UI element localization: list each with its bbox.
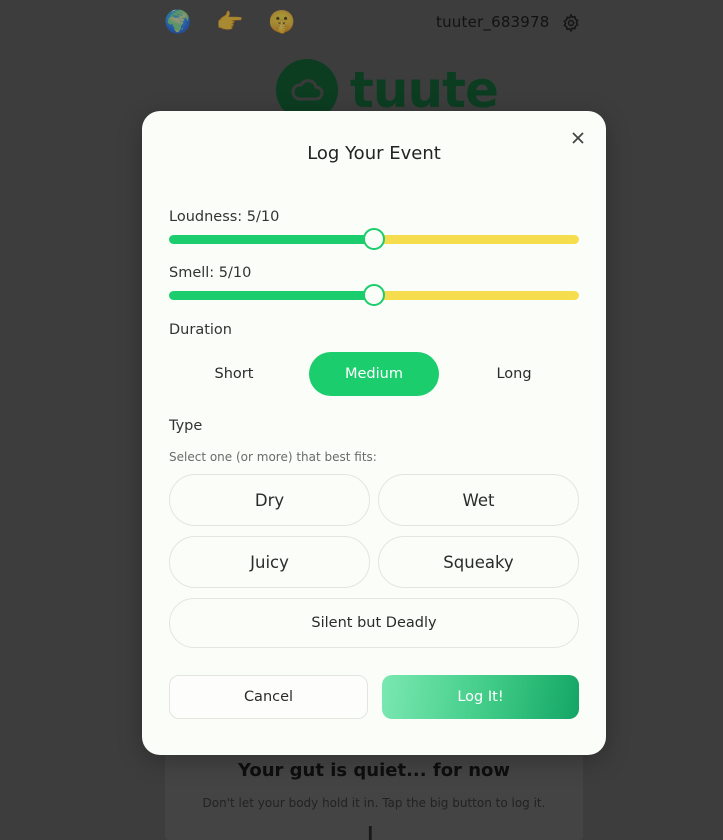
duration-medium-button[interactable]: Medium xyxy=(309,352,439,396)
pointing-hand-icon[interactable]: 👉 xyxy=(216,9,244,37)
smell-track-rest[interactable] xyxy=(374,291,579,300)
duration-label: Duration xyxy=(169,322,232,338)
modal-title: Log Your Event xyxy=(307,143,441,164)
duration-selector: Short Medium Long xyxy=(169,352,579,396)
duration-long-button[interactable]: Long xyxy=(449,352,579,396)
globe-icon[interactable]: 🌍 xyxy=(164,9,192,37)
type-squeaky-button[interactable]: Squeaky xyxy=(378,536,579,588)
smell-track-fill[interactable] xyxy=(169,291,374,300)
loudness-track-rest[interactable] xyxy=(374,235,579,244)
type-silent-but-deadly-button[interactable]: Silent but Deadly xyxy=(169,598,579,648)
type-juicy-button[interactable]: Juicy xyxy=(169,536,370,588)
loudness-slider-thumb[interactable] xyxy=(363,228,385,250)
loudness-track-fill[interactable] xyxy=(169,235,374,244)
type-wet-button[interactable]: Wet xyxy=(378,474,579,526)
smell-label: Smell: 5/10 xyxy=(169,265,252,281)
smell-slider-thumb[interactable] xyxy=(363,284,385,306)
status-subtitle: Don't let your body hold it in. Tap the … xyxy=(202,796,546,810)
status-title: Your gut is quiet... for now xyxy=(237,760,511,781)
status-card: Your gut is quiet... for now Don't let y… xyxy=(165,740,583,840)
log-event-modal: Log Your Event Loudness: 5/10 Smell: 5/1… xyxy=(142,111,606,755)
log-it-button[interactable]: Log It! xyxy=(382,675,579,719)
shushing-face-icon[interactable]: 🤫 xyxy=(268,9,296,37)
type-helper-text: Select one (or more) that best fits: xyxy=(169,450,377,464)
gear-icon[interactable] xyxy=(561,13,581,33)
smell-slider[interactable] xyxy=(169,283,579,307)
top-bar: 🌍 👉 🤫 tuuter_683978 xyxy=(0,0,723,46)
type-label: Type xyxy=(169,418,203,434)
loudness-slider[interactable] xyxy=(169,227,579,251)
bottom-icon[interactable]: ▕▏ xyxy=(358,826,383,840)
duration-short-button[interactable]: Short xyxy=(169,352,299,396)
cancel-button[interactable]: Cancel xyxy=(169,675,368,719)
loudness-label: Loudness: 5/10 xyxy=(169,209,280,225)
type-dry-button[interactable]: Dry xyxy=(169,474,370,526)
close-icon[interactable] xyxy=(569,129,587,147)
username[interactable]: tuuter_683978 xyxy=(436,13,550,31)
